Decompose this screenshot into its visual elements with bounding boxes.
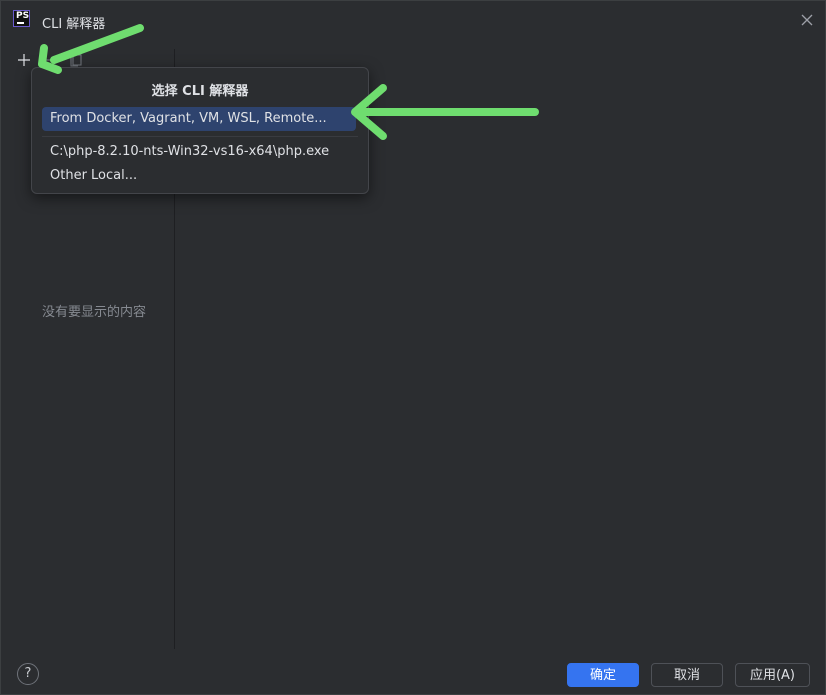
popup-item-other-local[interactable]: Other Local... [42, 164, 356, 188]
popup-title: 选择 CLI 解释器 [151, 84, 249, 99]
copy-icon [70, 54, 82, 67]
plus-icon [18, 54, 30, 66]
apply-button[interactable]: 应用(A) [735, 663, 810, 687]
dialog-footer: ? 确定 取消 应用(A) [1, 649, 825, 694]
ok-button[interactable]: 确定 [567, 663, 639, 687]
popup-separator [42, 136, 358, 137]
close-icon[interactable] [799, 12, 815, 28]
minus-icon [45, 59, 55, 61]
app-icon-label: PS [16, 11, 30, 21]
select-interpreter-popup: 选择 CLI 解释器 From Docker, Vagrant, VM, WSL… [31, 67, 369, 194]
help-button[interactable]: ? [17, 663, 39, 685]
phpstorm-logo-icon: PS [13, 10, 30, 27]
empty-list-text: 没有要显示的内容 [42, 305, 147, 320]
dialog-title: CLI 解释器 [42, 17, 106, 32]
add-interpreter-button[interactable] [13, 49, 35, 71]
popup-item-local-php[interactable]: C:\php-8.2.10-nts-Win32-vs16-x64\php.exe [42, 140, 356, 164]
title-bar: PS CLI 解释器 [1, 1, 825, 41]
cancel-button[interactable]: 取消 [651, 663, 723, 687]
popup-item-remote[interactable]: From Docker, Vagrant, VM, WSL, Remote... [42, 107, 356, 131]
